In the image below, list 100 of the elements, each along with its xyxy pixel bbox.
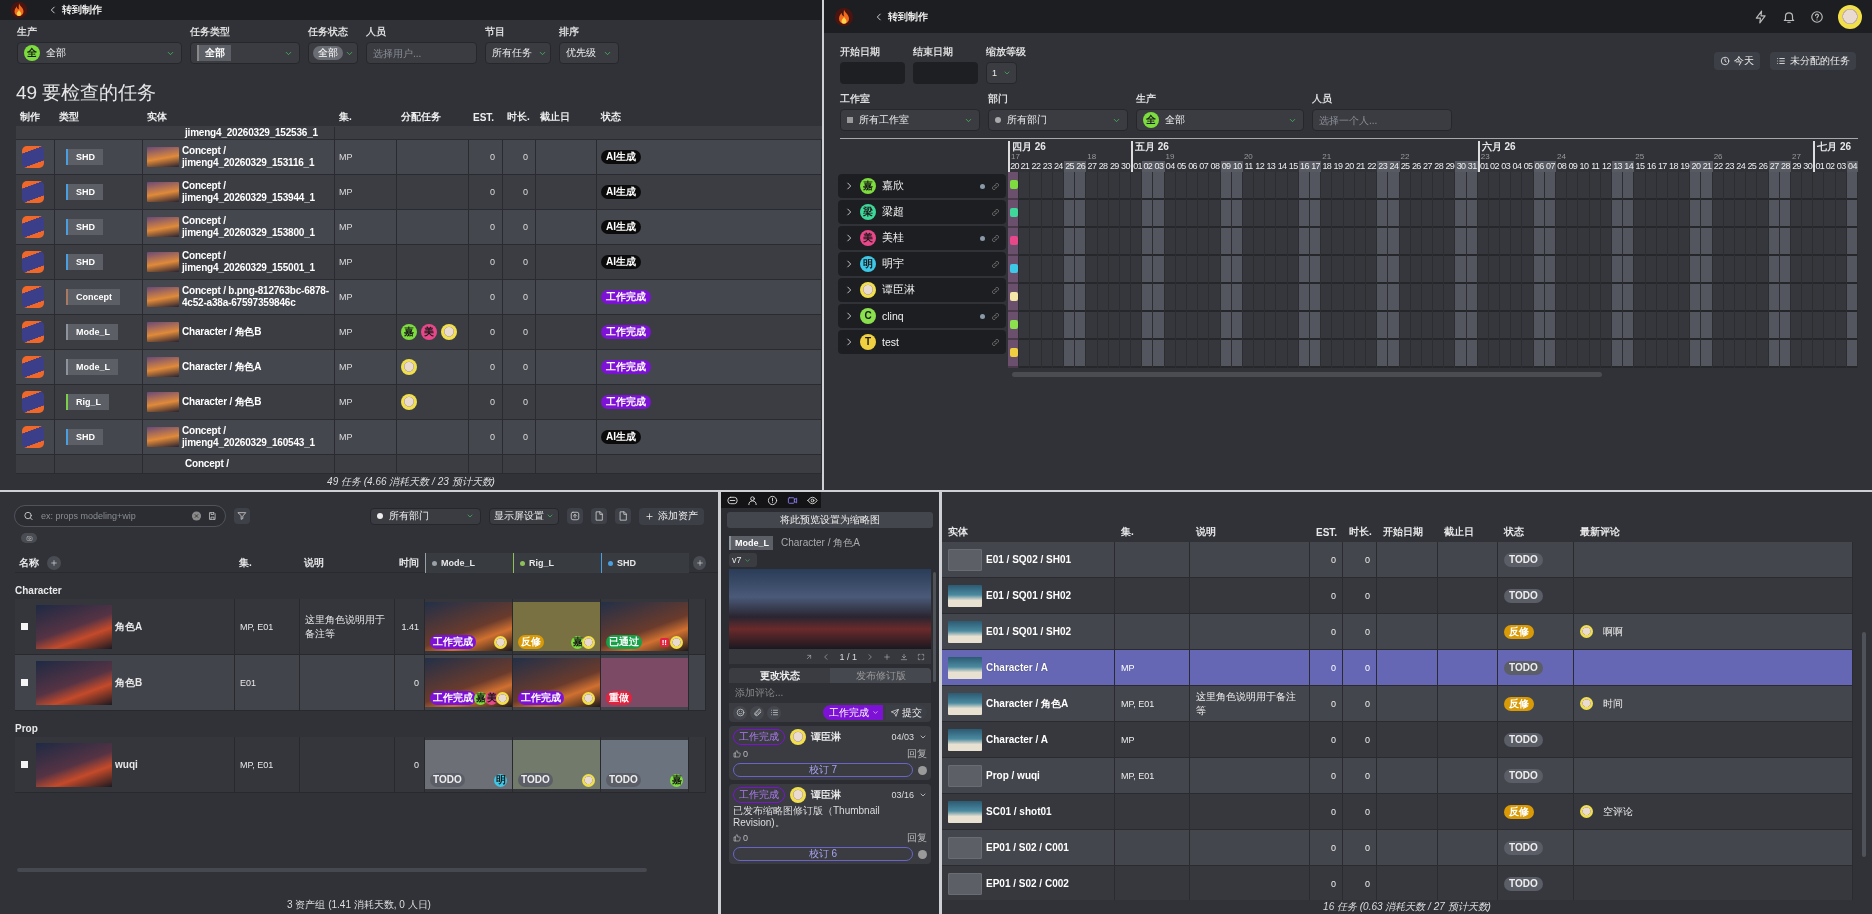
table-row[interactable]: Character / A MP 0 0 TODO (942, 650, 1853, 686)
link-icon[interactable] (991, 337, 1000, 347)
chevron-down-icon[interactable] (919, 791, 927, 799)
table-row[interactable]: SHD Concept / jimeng4_20260329_153944_1 MP 0 0 AI生成 (16, 175, 822, 210)
link-icon[interactable] (991, 259, 1000, 269)
clear-icon[interactable] (191, 510, 202, 522)
fullscreen-icon[interactable] (917, 652, 925, 661)
attach-button[interactable] (750, 705, 764, 720)
file-button[interactable] (591, 508, 607, 524)
task-marker[interactable] (1010, 348, 1018, 357)
checklist-button[interactable] (767, 705, 781, 720)
person-row[interactable]: T test (838, 330, 1006, 354)
zoom-select[interactable]: 1 (986, 62, 1017, 84)
checkbox[interactable] (21, 623, 28, 630)
user-icon[interactable] (747, 494, 758, 506)
asset-row[interactable]: 角色A MP, E01 这里角色说明用于备注等 1.41 工作完成 反修 嘉 已通过 !! (15, 599, 706, 655)
import-button[interactable] (567, 508, 583, 524)
lightning-icon[interactable] (1754, 9, 1768, 24)
task-marker[interactable] (1010, 208, 1018, 217)
dropdown[interactable]: 优先级 (559, 42, 619, 64)
link-icon[interactable] (991, 233, 1000, 243)
task-marker[interactable] (1010, 292, 1018, 301)
download-icon[interactable] (900, 652, 908, 661)
table-row[interactable]: EP01 / S02 / C002 0 0 TODO (942, 866, 1853, 900)
save-icon[interactable] (208, 511, 217, 521)
add-column-button[interactable] (47, 556, 61, 570)
department-select[interactable]: 所有部门 (370, 507, 481, 525)
version-select[interactable]: v7 (729, 553, 757, 567)
table-row[interactable]: Character / A MP 0 0 TODO (942, 722, 1853, 758)
asset-row[interactable]: 角色B E01 0 工作完成 嘉美 工作完成 重做 (15, 655, 706, 711)
link-icon[interactable] (991, 207, 1000, 217)
comment-field[interactable]: 添加评论... (729, 683, 931, 703)
table-row[interactable]: Character / 角色A MP, E01 这里角色说明用于备注等 0 0 反修 时间 (942, 686, 1853, 722)
scrollbar[interactable] (1012, 372, 1602, 377)
table-row[interactable]: Concept Concept / b.png-812763bc-6878-4c52-a38a-67597359846c MP 0 0 工作完成 (16, 280, 822, 315)
export-button[interactable] (615, 508, 631, 524)
like-button[interactable]: 0 (733, 749, 748, 759)
unassigned-tasks-button[interactable]: 未分配的任务 (1770, 51, 1856, 70)
person-field[interactable]: 选择用户... (366, 42, 477, 64)
table-row[interactable]: SHD Concept / jimeng4_20260329_153800_1 MP 0 0 AI生成 (16, 210, 822, 245)
task-type-select[interactable]: 全部 (190, 42, 300, 64)
department-select[interactable]: 所有部门 (988, 109, 1128, 131)
back-link[interactable]: 转到制作 (874, 9, 928, 24)
task-type-header[interactable]: Rig_L (513, 553, 601, 573)
person-row[interactable]: C clinq (838, 304, 1006, 328)
video-icon[interactable] (787, 494, 798, 506)
table-row[interactable]: Rig_L Character / 角色B MP 0 0 工作完成 (16, 385, 822, 420)
set-thumbnail-button[interactable]: 将此预览设置为缩略图 (727, 512, 933, 528)
eye-icon[interactable] (807, 494, 818, 506)
person-row[interactable]: 梁 梁超 (838, 200, 1006, 224)
production-select[interactable]: 全 全部 (17, 42, 182, 64)
app-logo-icon[interactable] (834, 6, 854, 27)
task-marker[interactable] (1010, 180, 1018, 189)
table-row[interactable]: Prop / wuqi MP, E01 0 0 TODO (942, 758, 1853, 794)
chevron-left-icon[interactable] (822, 652, 831, 661)
table-row[interactable]: EP01 / S02 / C001 0 0 TODO (942, 830, 1853, 866)
studio-select[interactable]: 所有工作室 (840, 109, 980, 131)
table-row[interactable]: SC01 / shot01 0 0 反修 空评论 (942, 794, 1853, 830)
emoji-button[interactable] (733, 705, 747, 720)
checkbox[interactable] (21, 679, 28, 686)
submit-button[interactable]: 提交 (886, 705, 927, 720)
plus-icon[interactable] (883, 652, 891, 661)
help-icon[interactable] (1810, 9, 1824, 24)
camera-chip[interactable] (21, 533, 37, 543)
reply-link[interactable]: 回复 (907, 831, 927, 845)
screen-icon[interactable] (727, 494, 738, 506)
alert-icon[interactable] (767, 494, 778, 506)
notifications-icon[interactable] (1782, 9, 1796, 24)
filter-button[interactable] (234, 508, 250, 524)
task-type-header[interactable]: Mode_L (425, 553, 513, 573)
reply-link[interactable]: 回复 (907, 747, 927, 761)
app-logo-icon[interactable] (10, 1, 28, 19)
asset-row[interactable]: wuqi MP, E01 0 TODO 明 TODO TODO 嘉 (15, 737, 706, 793)
table-row[interactable]: SHD Concept / jimeng4_20260329_155001_1 MP 0 0 AI生成 (16, 245, 822, 280)
link-icon[interactable] (991, 285, 1000, 295)
today-button[interactable]: 今天 (1714, 51, 1760, 70)
back-link[interactable]: 转到制作 (48, 3, 102, 17)
scrollbar[interactable] (933, 572, 936, 682)
table-row[interactable]: Mode_L Character / 角色A MP 0 0 工作完成 (16, 350, 822, 385)
add-asset-button[interactable]: 添加资产 (639, 507, 704, 525)
chevron-down-icon[interactable] (919, 733, 927, 741)
person-row[interactable]: 谭臣淋 (838, 278, 1006, 302)
task-status-select[interactable]: 全部 (308, 42, 358, 64)
task-type-header[interactable]: SHD (601, 553, 689, 573)
like-button[interactable]: 0 (733, 833, 748, 843)
table-row[interactable]: SHD Concept / jimeng4_20260329_160543_1 MP 0 0 AI生成 (16, 420, 822, 455)
link-icon[interactable] (991, 181, 1000, 191)
arrow-icon[interactable] (805, 652, 814, 661)
display-settings-select[interactable]: 显示屏设置 (489, 507, 559, 525)
table-row[interactable]: SHD Concept / jimeng4_20260329_153116_1 MP 0 0 AI生成 (16, 140, 822, 175)
link-icon[interactable] (991, 311, 1000, 321)
scrollbar[interactable] (1862, 632, 1866, 857)
production-select[interactable]: 全 全部 (1136, 109, 1304, 131)
chevron-right-icon[interactable] (866, 652, 874, 661)
person-row[interactable]: 美 美桂 (838, 226, 1006, 250)
task-marker[interactable] (1010, 236, 1018, 245)
status-select[interactable]: 工作完成 (823, 705, 883, 720)
checkbox[interactable] (21, 761, 28, 768)
dropdown[interactable]: 所有任务 (485, 42, 551, 64)
table-row[interactable]: Mode_L Character / 角色B MP 嘉 美 0 0 工作完成 (16, 315, 822, 350)
